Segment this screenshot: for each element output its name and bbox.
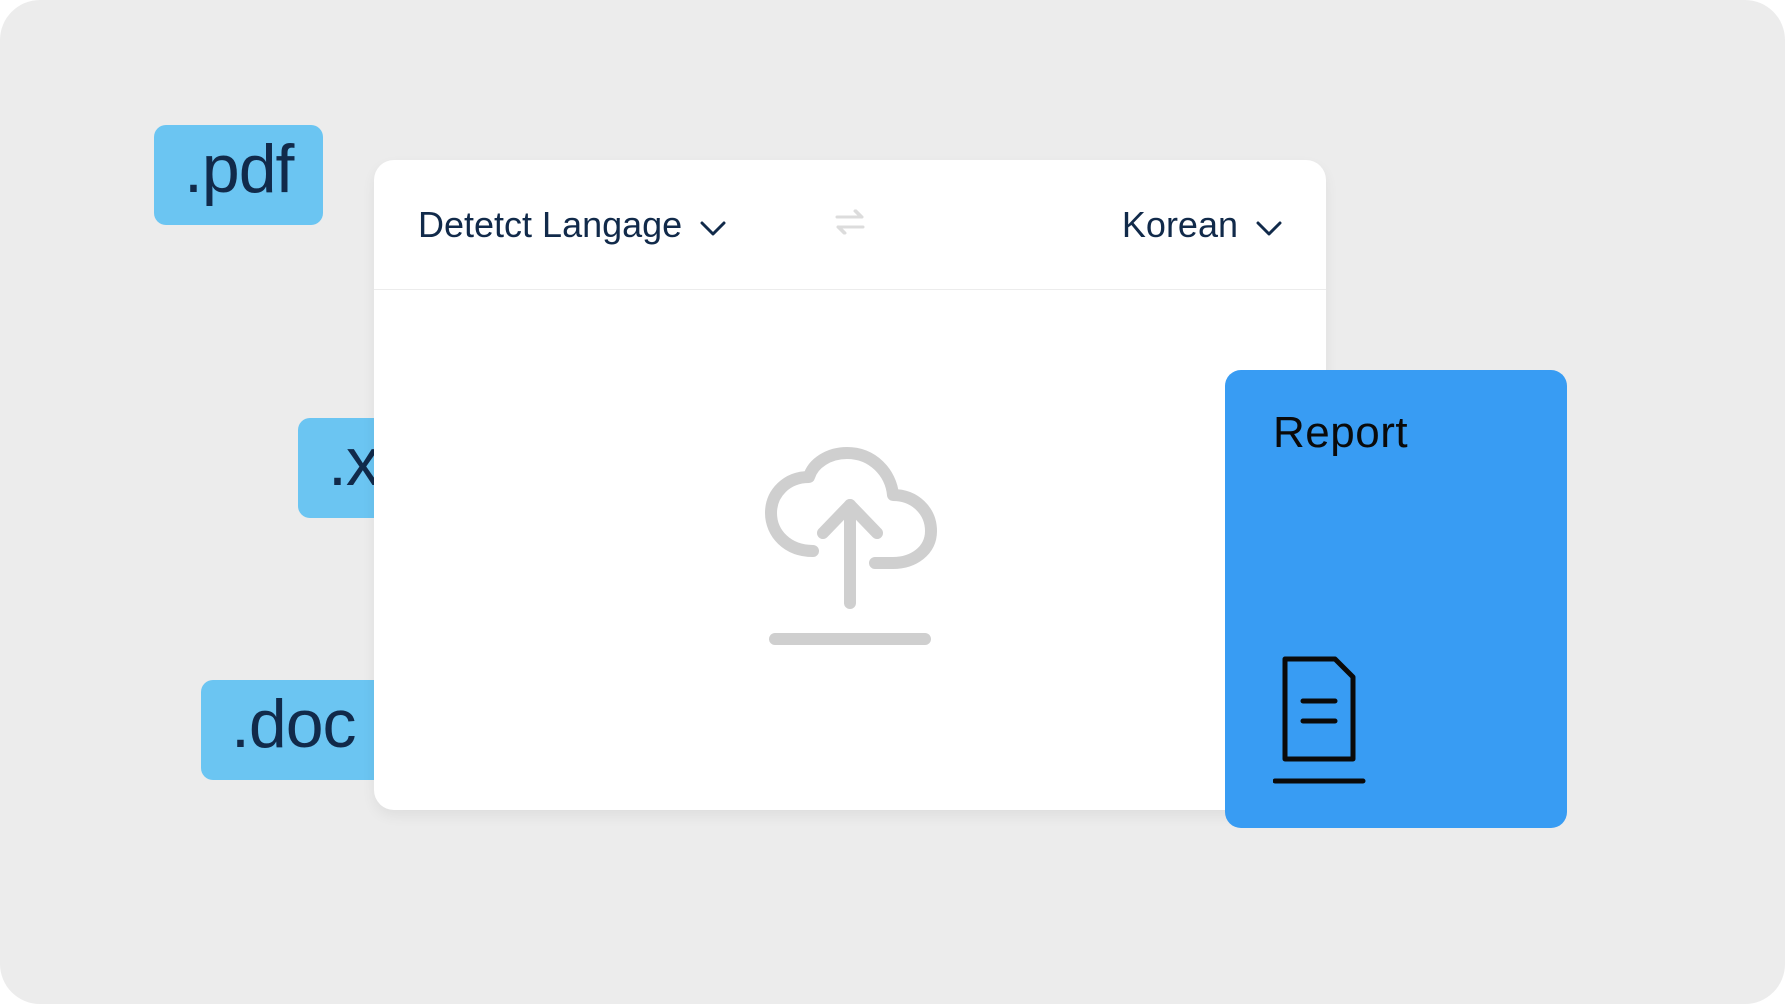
translator-header: Detetct Langage Korean [374,160,1326,290]
report-title: Report [1273,408,1519,458]
report-card[interactable]: Report [1225,370,1567,828]
translator-panel: Detetct Langage Korean [374,160,1326,810]
target-language-label: Korean [1122,204,1238,246]
upload-dropzone[interactable] [374,290,1326,810]
chip-label: .doc [231,686,356,762]
chevron-down-icon [700,204,726,246]
swap-horizontal-icon [833,208,867,241]
chip-label: .pdf [184,131,293,207]
filetype-chip-pdf: .pdf [154,125,323,225]
filetype-chip-doc: .doc [201,680,386,780]
source-language-dropdown[interactable]: Detetct Langage [418,204,726,246]
source-language-label: Detetct Langage [418,204,682,246]
illustration-canvas: .pdf .xls .doc Detetct Langage [0,0,1785,1004]
chevron-down-icon [1256,204,1282,246]
swap-languages-button[interactable] [833,208,867,241]
target-language-dropdown[interactable]: Korean [1122,204,1282,246]
document-icon [1273,655,1369,790]
cloud-upload-icon [755,443,945,658]
